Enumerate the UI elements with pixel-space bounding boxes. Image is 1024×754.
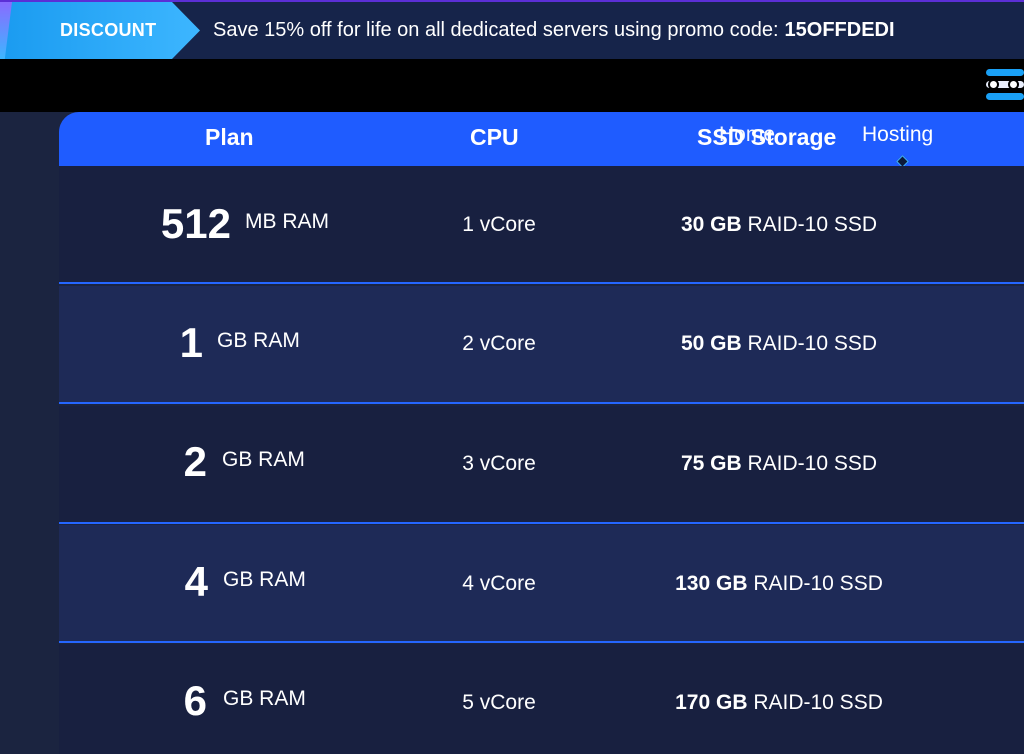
ssd-size: 30 GB: [680, 213, 742, 236]
ssd-value: 130 GB RAID-10 SSD: [619, 572, 939, 596]
table-row: 512 MB RAM 1 vCore 30 GB RAID-10 SSD: [59, 166, 1024, 284]
promo-text: Save 15% off for life on all dedicated s…: [213, 19, 779, 41]
header-plan: Plan: [205, 124, 254, 150]
ssd-value: 30 GB RAID-10 SSD: [619, 213, 939, 237]
ram-amount: 512: [160, 200, 231, 247]
ssd-size: 130 GB: [675, 572, 748, 595]
promo-banner: DISCOUNT Save 15% off for life on all de…: [0, 0, 1024, 59]
promo-message: Save 15% off for life on all dedicated s…: [213, 19, 895, 42]
table-row: 6 GB RAM 5 vCore 170 GB RAID-10 SSD: [59, 644, 1024, 754]
nav-link-home[interactable]: Home: [719, 123, 775, 147]
ram-amount: 6: [183, 677, 207, 724]
ssd-size: 50 GB: [680, 332, 742, 355]
top-navbar: [0, 59, 1024, 112]
ram-unit: GB RAM: [223, 687, 306, 710]
ssd-value: 170 GB RAID-10 SSD: [619, 691, 939, 715]
menu-bar-bottom: [986, 93, 1024, 100]
ssd-type: RAID-10 SSD: [747, 452, 878, 475]
ssd-type: RAID-10 SSD: [753, 572, 883, 595]
cpu-value: 4 vCore: [462, 572, 536, 595]
menu-bar-top: [986, 69, 1024, 76]
ssd-type: RAID-10 SSD: [747, 332, 878, 355]
nav-link-hosting[interactable]: Hosting: [862, 123, 933, 147]
cpu-value: 3 vCore: [462, 452, 536, 475]
cpu-value: 2 vCore: [462, 332, 536, 355]
plans-table: Plan CPU SSD Storage Home Hosting 512 MB…: [59, 112, 1024, 754]
ram-unit: GB RAM: [222, 448, 305, 471]
cpu-value: 5 vCore: [462, 691, 536, 714]
ssd-value: 50 GB RAID-10 SSD: [619, 332, 939, 356]
promo-code: 15OFFDEDI: [784, 19, 895, 41]
table-row: 1 GB RAM 2 vCore 50 GB RAID-10 SSD: [59, 286, 1024, 404]
cpu-value: 1 vCore: [462, 213, 536, 236]
ram-amount: 4: [184, 558, 208, 605]
ram-unit: MB RAM: [245, 210, 329, 233]
ssd-value: 75 GB RAID-10 SSD: [619, 452, 939, 476]
ram-amount: 1: [179, 319, 203, 366]
menu-dot-right: [1008, 79, 1019, 90]
menu-dot-left: [988, 79, 999, 90]
ssd-size: 75 GB: [680, 452, 742, 475]
header-cpu: CPU: [470, 124, 519, 150]
table-row: 2 GB RAM 3 vCore 75 GB RAID-10 SSD: [59, 406, 1024, 524]
ssd-size: 170 GB: [675, 691, 748, 714]
table-header: Plan CPU SSD Storage Home Hosting: [59, 112, 1024, 168]
discount-tag-label: DISCOUNT: [60, 20, 157, 40]
ram-unit: GB RAM: [223, 568, 306, 591]
ssd-type: RAID-10 SSD: [747, 213, 878, 236]
ram-unit: GB RAM: [217, 329, 300, 352]
hamburger-menu-icon[interactable]: [984, 67, 1024, 103]
ram-amount: 2: [183, 438, 207, 485]
table-row: 4 GB RAM 4 vCore 130 GB RAID-10 SSD: [59, 525, 1024, 643]
ssd-type: RAID-10 SSD: [753, 691, 883, 714]
